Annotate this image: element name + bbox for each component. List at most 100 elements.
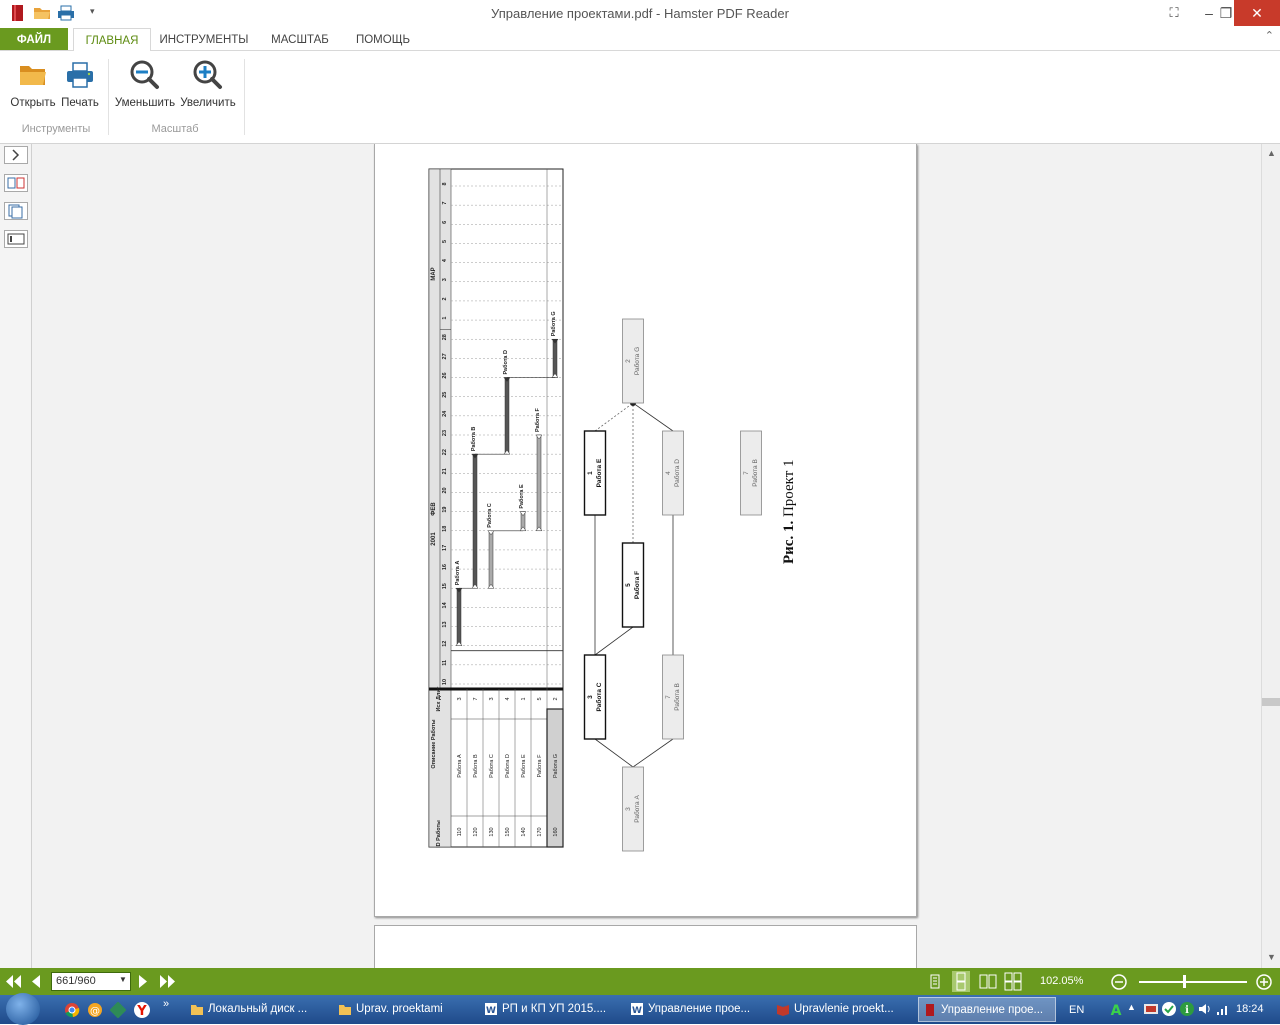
gantt-row-duration: 3 <box>489 697 495 700</box>
zoom-slider-thumb[interactable] <box>1183 975 1187 988</box>
scroll-up-icon[interactable]: ▲ <box>1267 148 1276 158</box>
more-quicklaunch-icon[interactable]: » <box>163 998 169 1010</box>
zoom-out-circle-icon[interactable] <box>1111 974 1127 990</box>
font-tray-icon[interactable]: A <box>1108 1001 1124 1018</box>
network-monitor-icon[interactable] <box>1143 1002 1159 1017</box>
fullscreen-button[interactable]: ⛶ <box>1157 0 1191 26</box>
gantt-row-id: 110 <box>457 828 463 837</box>
status-bar: 661/960 ▼ 102.05% <box>0 968 1280 995</box>
expand-panel-button[interactable] <box>4 146 28 164</box>
folder-icon <box>191 1005 203 1015</box>
gantt-day-label: 8 <box>442 182 448 185</box>
network-node-name: Работа D <box>673 459 681 487</box>
bookmarks-button[interactable] <box>4 230 28 248</box>
zoom-in-button[interactable]: Увеличить <box>178 55 238 111</box>
gantt-day-label: 10 <box>442 679 448 685</box>
gantt-bar-label: Работа A <box>454 561 461 586</box>
single-page-view-icon[interactable] <box>928 974 942 989</box>
mail-icon[interactable]: @ <box>87 1002 103 1018</box>
gantt-day-label: 28 <box>442 334 448 340</box>
tab-file[interactable]: ФАЙЛ <box>0 28 68 50</box>
chrome-icon[interactable] <box>64 1002 80 1018</box>
svg-text:A: A <box>1111 1003 1122 1018</box>
zoom-level: 102.05% <box>1040 975 1084 987</box>
tab-help[interactable]: ПОМОЩЬ <box>347 28 419 50</box>
document-viewer[interactable]: 2001 МАР Описание Работы ID Работы Исх Длит Ф… <box>32 144 1261 968</box>
taskbar-item-explorer[interactable]: Локальный диск ... <box>186 997 326 1022</box>
zoom-slider-track[interactable] <box>1139 981 1247 983</box>
taskbar-item-reader[interactable]: Upravlenie proekt... <box>772 997 912 1022</box>
two-page-view-icon[interactable] <box>979 974 997 989</box>
taskbar-item-word-2[interactable]: W Управление прое... <box>626 997 766 1022</box>
first-page-icon[interactable] <box>4 973 22 990</box>
continuous-view-icon[interactable] <box>952 971 970 992</box>
gantt-col-id-header: ID Работы <box>435 820 442 848</box>
gantt-day-label: 2 <box>442 297 448 300</box>
yandex-browser-icon[interactable]: Y <box>133 1001 151 1019</box>
open-label: Открыть <box>10 97 56 109</box>
check-icon[interactable] <box>1161 1001 1177 1017</box>
thumbnails-button[interactable] <box>4 174 28 192</box>
gantt-col-dur-header: Исх Длит <box>436 686 442 711</box>
gantt-row-id: 140 <box>521 827 527 836</box>
network-edge <box>594 738 634 768</box>
gantt-bar-label: Работа C <box>486 503 493 528</box>
network-node-name: Работа E <box>595 458 603 487</box>
svg-text:i: i <box>1185 1005 1189 1016</box>
group-scale-label: Масштаб <box>151 123 199 135</box>
gantt-month: ФЕВ <box>431 502 437 516</box>
scroll-thumb[interactable] <box>1262 698 1280 706</box>
page-content: 2001 МАР Описание Работы ID Работы Исх Длит Ф… <box>428 168 797 852</box>
gantt-row-name: Работа E <box>521 754 527 778</box>
gantt-bar <box>552 338 558 378</box>
gantt-bar-label: Работа B <box>470 427 477 452</box>
pages-button[interactable] <box>4 202 28 220</box>
last-page-icon[interactable] <box>159 973 177 990</box>
signal-icon[interactable] <box>1215 1001 1231 1017</box>
tab-tools[interactable]: ИНСТРУМЕНТЫ <box>155 28 253 50</box>
vertical-scrollbar[interactable]: ▲ ▼ <box>1261 144 1280 968</box>
close-button[interactable]: ✕ <box>1234 0 1280 26</box>
open-folder-icon <box>20 66 46 85</box>
scroll-down-icon[interactable]: ▼ <box>1267 952 1276 962</box>
network-node-name: Работа B <box>751 459 759 487</box>
gantt-row-duration: 4 <box>505 697 511 700</box>
pdf-page-next <box>374 925 917 968</box>
clock: 18:24 <box>1236 1003 1264 1015</box>
volume-icon[interactable] <box>1197 1001 1213 1017</box>
gantt-bar <box>536 434 542 532</box>
zoom-out-button[interactable]: Уменьшить <box>112 55 178 111</box>
next-page-icon[interactable] <box>136 973 150 990</box>
info-icon[interactable]: i <box>1179 1001 1195 1017</box>
previous-page-icon[interactable] <box>29 973 43 990</box>
network-node-name: Работа B <box>673 683 681 711</box>
tab-scale[interactable]: МАСШТАБ <box>263 28 337 50</box>
open-button[interactable]: Открыть <box>8 55 58 111</box>
page-dropdown-icon[interactable]: ▼ <box>119 975 127 984</box>
taskbar-item-word-1[interactable]: W РП и КП УП 2015.... <box>480 997 620 1022</box>
gantt-day-label: 18 <box>442 526 448 532</box>
zoom-in-label: Увеличить <box>180 97 236 109</box>
gantt-day-label: 16 <box>442 564 448 570</box>
gantt-year: 2001 <box>431 532 437 546</box>
network-edge <box>594 402 634 432</box>
ribbon-tabs: ФАЙЛ ГЛАВНАЯ ИНСТРУМЕНТЫ МАСШТАБ ПОМОЩЬ <box>0 28 1280 52</box>
network-edge <box>632 402 674 432</box>
print-button[interactable]: Печать <box>58 55 102 111</box>
svg-text:W: W <box>486 1006 496 1016</box>
two-page-continuous-icon[interactable] <box>1004 972 1022 991</box>
utility-icon[interactable] <box>110 1002 126 1018</box>
language-indicator[interactable]: EN <box>1069 1004 1084 1016</box>
zoom-in-circle-icon[interactable] <box>1256 974 1272 990</box>
network-node-duration: 7 <box>665 695 672 699</box>
chevron-right-icon <box>12 149 20 161</box>
start-button[interactable] <box>6 993 40 1025</box>
gantt-row-name: Работа F <box>537 754 543 778</box>
collapse-ribbon-icon[interactable]: ⌃ <box>1265 29 1274 42</box>
zoom-in-icon <box>193 60 222 89</box>
tab-main[interactable]: ГЛАВНАЯ <box>73 28 151 52</box>
tray-expand-icon[interactable]: ▲ <box>1127 1002 1136 1012</box>
taskbar-item-hamster-active[interactable]: Управление прое... <box>918 997 1056 1022</box>
figure-caption-number: Рис. 1. <box>781 517 797 564</box>
taskbar-item-folder[interactable]: Uprav. proektami <box>334 997 474 1022</box>
